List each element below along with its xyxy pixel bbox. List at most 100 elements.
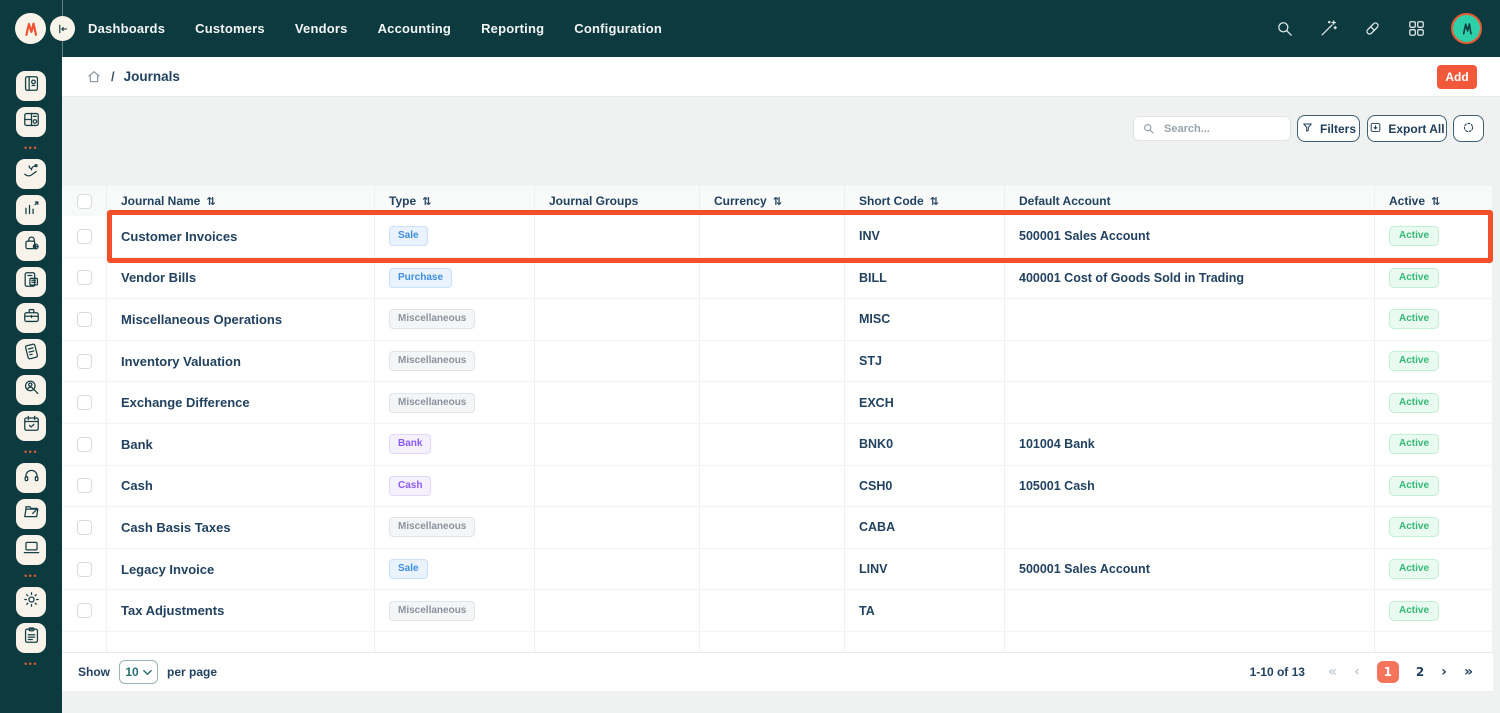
column-header-short-code[interactable]: Short Code⇅ (845, 186, 1005, 216)
column-header-default-account: Default Account (1005, 186, 1375, 216)
short-code-cell: EXCH (845, 382, 1005, 423)
folder-edit-icon (22, 502, 41, 526)
row-checkbox[interactable] (77, 562, 92, 577)
sidebar-laptop-button[interactable] (16, 535, 46, 565)
journal-name-cell: Customer Invoices (107, 216, 375, 257)
short-code-cell: TA (845, 590, 1005, 631)
sidebar-folder-edit-button[interactable] (16, 499, 46, 529)
type-badge: Miscellaneous (389, 351, 475, 371)
sort-icon[interactable]: ⇅ (422, 195, 431, 208)
search-input[interactable] (1133, 116, 1291, 141)
row-checkbox[interactable] (77, 229, 92, 244)
journal-name-cell: Miscellaneous Operations (107, 299, 375, 340)
type-cell: Miscellaneous (375, 341, 535, 382)
app-logo[interactable] (15, 13, 46, 44)
sidebar-journal-entries-button[interactable] (16, 71, 46, 101)
table-row[interactable]: CashCashCSH0105001 CashActive (62, 466, 1493, 508)
sidebar-gear-button[interactable] (16, 587, 46, 617)
table-row[interactable]: Vendor BillsPurchaseBILL400001 Cost of G… (62, 258, 1493, 300)
nav-customers[interactable]: Customers (195, 21, 265, 36)
table-row[interactable]: Legacy InvoiceSaleLINV500001 Sales Accou… (62, 549, 1493, 591)
active-badge: Active (1389, 517, 1439, 537)
type-badge: Miscellaneous (389, 601, 475, 621)
page-2-button[interactable]: 2 (1416, 665, 1424, 679)
sidebar-clipboard-list-button[interactable] (16, 623, 46, 653)
row-checkbox[interactable] (77, 270, 92, 285)
table-row[interactable]: Miscellaneous OperationsMiscellaneousMIS… (62, 299, 1493, 341)
filters-button[interactable]: Filters (1297, 115, 1360, 142)
row-checkbox[interactable] (77, 478, 92, 493)
table-row[interactable]: BankBankBNK0101004 BankActive (62, 424, 1493, 466)
table-row[interactable]: Tax AdjustmentsMiscellaneousTAActive (62, 590, 1493, 632)
table-row[interactable]: Inventory ValuationMiscellaneousSTJActiv… (62, 341, 1493, 383)
sidebar-accounting-kanban-button[interactable] (16, 107, 46, 137)
user-avatar[interactable] (1451, 13, 1482, 44)
prev-page-button[interactable]: ‹ (1354, 664, 1360, 680)
sidebar-divider-dots: ••• (24, 447, 38, 460)
sort-icon[interactable]: ⇅ (206, 195, 215, 208)
sort-icon[interactable]: ⇅ (930, 195, 939, 208)
journal-groups-cell (535, 466, 700, 507)
sidebar-briefcase-button[interactable] (16, 303, 46, 333)
table-header: Journal Name⇅Type⇅Journal GroupsCurrency… (62, 186, 1493, 216)
column-header-journal-name[interactable]: Journal Name⇅ (107, 186, 375, 216)
sidebar-analytics-chart-button[interactable] (16, 195, 46, 225)
nav-dashboards[interactable]: Dashboards (88, 21, 165, 36)
sidebar-search-person-button[interactable] (16, 375, 46, 405)
sidebar-clipboard-calculator-button[interactable] (16, 267, 46, 297)
last-page-button[interactable]: » (1464, 664, 1473, 680)
journal-groups-cell (535, 299, 700, 340)
table-row[interactable]: Cash Basis TaxesMiscellaneousCABAActive (62, 507, 1493, 549)
clipboard-list-icon (22, 626, 41, 650)
short-code-cell: STJ (845, 341, 1005, 382)
home-icon[interactable] (86, 69, 102, 85)
default-account-cell (1005, 299, 1375, 340)
row-checkbox[interactable] (77, 354, 92, 369)
sidebar-scale-add-button[interactable] (16, 231, 46, 261)
sidebar-hand-payment-button[interactable] (16, 159, 46, 189)
page-size-value: 10 (125, 665, 138, 679)
journal-groups-cell (535, 590, 700, 631)
nav-accounting[interactable]: Accounting (378, 21, 452, 36)
journal-name-cell: Legacy Invoice (107, 549, 375, 590)
nav-reporting[interactable]: Reporting (481, 21, 544, 36)
journal-name-cell: Exchange Difference (107, 382, 375, 423)
column-header-type[interactable]: Type⇅ (375, 186, 535, 216)
active-badge: Active (1389, 393, 1439, 413)
table-row[interactable]: Exchange DifferenceMiscellaneousEXCHActi… (62, 382, 1493, 424)
row-checkbox[interactable] (77, 312, 92, 327)
pill-icon[interactable] (1363, 19, 1382, 38)
magic-wand-icon[interactable] (1319, 19, 1338, 38)
search-icon[interactable] (1275, 19, 1294, 38)
select-all-checkbox[interactable] (77, 194, 92, 209)
row-checkbox[interactable] (77, 395, 92, 410)
sort-icon[interactable]: ⇅ (1431, 195, 1440, 208)
journal-groups-cell (535, 382, 700, 423)
add-button[interactable]: Add (1437, 65, 1477, 89)
sync-button[interactable] (1453, 115, 1484, 142)
default-account-cell (1005, 382, 1375, 423)
sidebar-calculator-pen-button[interactable] (16, 339, 46, 369)
column-header-active[interactable]: Active⇅ (1375, 186, 1493, 216)
first-page-button[interactable]: « (1328, 664, 1337, 680)
active-cell: Active (1375, 424, 1493, 465)
table-row[interactable]: Customer InvoicesSaleINV500001 Sales Acc… (62, 216, 1493, 258)
apps-grid-icon[interactable] (1407, 19, 1426, 38)
page-size-select[interactable]: 10 (119, 660, 158, 684)
next-page-button[interactable]: › (1441, 664, 1447, 680)
export-all-button[interactable]: Export All (1367, 115, 1447, 142)
nav-configuration[interactable]: Configuration (574, 21, 662, 36)
page-1-button[interactable]: 1 (1377, 661, 1399, 683)
sidebar-collapse-button[interactable] (50, 16, 75, 41)
sort-icon[interactable]: ⇅ (773, 195, 782, 208)
row-checkbox[interactable] (77, 603, 92, 618)
nav-vendors[interactable]: Vendors (295, 21, 348, 36)
row-checkbox[interactable] (77, 437, 92, 452)
sidebar-calendar-check-button[interactable] (16, 411, 46, 441)
sidebar-headset-button[interactable] (16, 463, 46, 493)
row-checkbox[interactable] (77, 520, 92, 535)
export-all-label: Export All (1388, 122, 1444, 136)
journals-table: Journal Name⇅Type⇅Journal GroupsCurrency… (62, 186, 1493, 652)
sidebar: •••••••••••• (0, 57, 62, 713)
column-header-currency[interactable]: Currency⇅ (700, 186, 845, 216)
